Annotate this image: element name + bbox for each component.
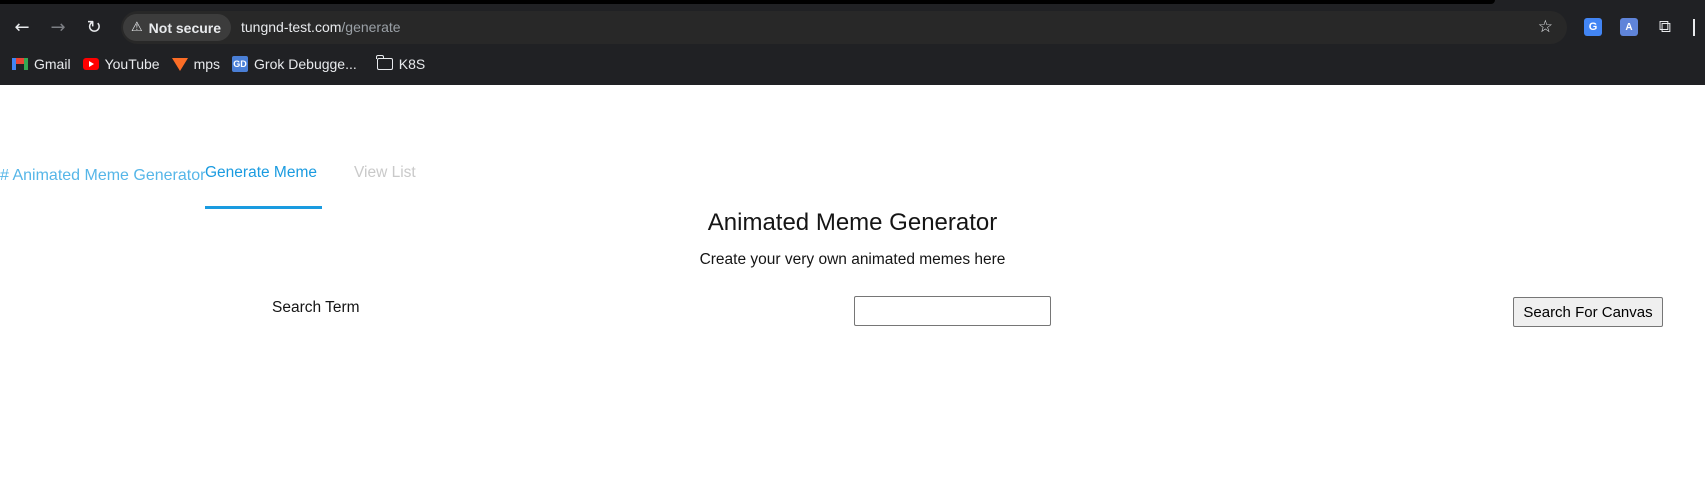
bookmark-label: K8S [398,56,426,72]
bookmark-mps[interactable]: mps [171,51,221,77]
extensions-button[interactable]: ⧉ [1654,16,1676,38]
tab-strip [0,0,1495,4]
bookmark-gmail[interactable]: Gmail [12,51,71,77]
url-host: tungnd-test.com [241,19,342,35]
bookmark-label: YouTube [104,56,160,72]
tab-view-list[interactable]: View List [354,164,416,182]
language-extension[interactable]: A [1618,16,1640,38]
browser-chrome: ← → ↻ ⚠ Not secure tungnd-test.com/gener… [0,0,1705,85]
bookmark-folder-k8s[interactable]: K8S [376,51,426,77]
gitlab-icon [171,57,188,71]
gmail-icon [12,58,28,70]
puzzle-icon: ⧉ [1658,17,1672,37]
url-path: /generate [341,19,401,35]
forward-arrow-icon: → [50,16,66,38]
bookmark-label: mps [193,56,221,72]
youtube-icon [82,58,99,70]
forward-button[interactable]: → [44,13,72,41]
warning-icon: ⚠ [131,20,143,35]
bookmark-label: Gmail [34,56,71,72]
bookmark-youtube[interactable]: YouTube [82,51,160,77]
bookmark-star-icon[interactable]: ☆ [1538,17,1553,37]
menu-divider [1693,19,1695,36]
language-icon: A [1620,18,1638,36]
back-button[interactable]: ← [8,13,36,41]
reload-button[interactable]: ↻ [80,13,108,41]
gd-icon: GD [232,56,249,72]
address-bar[interactable]: ⚠ Not secure tungnd-test.com/generate ☆ [121,11,1567,44]
bookmarks-bar: Gmail YouTube mps GD Grok Debugge... K8S [0,51,425,77]
search-for-canvas-button[interactable]: Search For Canvas [1513,297,1663,327]
search-input[interactable] [854,296,1051,326]
security-label: Not secure [148,19,222,36]
search-term-label: Search Term [272,299,360,316]
google-translate-extension[interactable]: G [1582,16,1604,38]
page-subtitle: Create your very own animated memes here [699,251,1006,268]
security-chip[interactable]: ⚠ Not secure [123,14,232,41]
brand-link[interactable]: # Animated Meme Generator [0,167,205,185]
bookmark-label: Grok Debugge... [254,56,357,72]
url-text[interactable]: tungnd-test.com/generate [241,19,401,35]
reload-icon: ↻ [86,16,102,38]
folder-icon [376,55,393,70]
translate-icon: G [1584,18,1602,36]
tab-generate-meme[interactable]: Generate Meme [205,164,317,182]
page-title: Animated Meme Generator [707,209,998,236]
bookmark-grok-debugger[interactable]: GD Grok Debugge... [232,51,357,77]
back-arrow-icon: ← [14,16,30,38]
